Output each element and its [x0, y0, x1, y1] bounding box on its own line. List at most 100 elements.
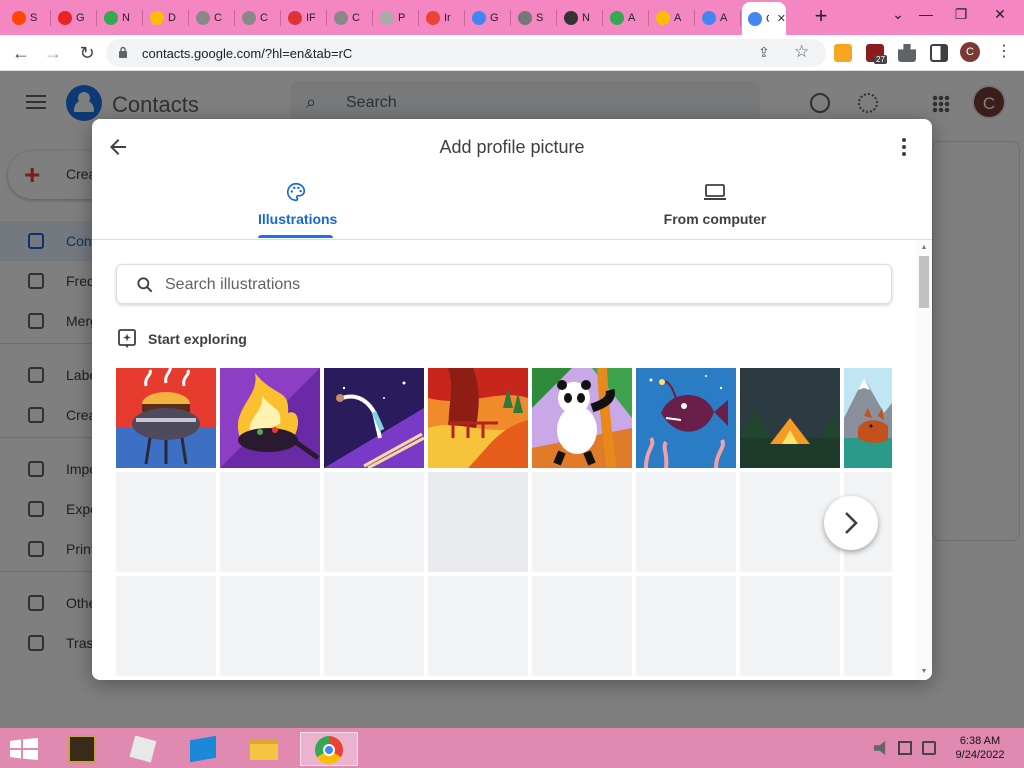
scroll-down-arrow-icon[interactable]: ▼ — [919, 668, 929, 676]
more-options-icon[interactable] — [896, 135, 912, 159]
browser-tab[interactable]: D — [144, 4, 188, 32]
illustration-campfire-tent[interactable] — [740, 368, 840, 468]
close-window-icon[interactable]: ✕ — [990, 6, 1010, 23]
tab-favicon-icon — [564, 11, 578, 25]
tab-separator — [740, 10, 741, 26]
bookmark-star-icon[interactable]: ☆ — [794, 42, 809, 62]
browser-tab[interactable]: S — [512, 4, 556, 32]
illustration-placeholder — [324, 576, 424, 676]
browser-tab[interactable]: N — [558, 4, 602, 32]
illustration-placeholder — [740, 576, 840, 676]
browser-tab[interactable]: C — [236, 4, 280, 32]
browser-tab-strip: + ⌄ — ❐ ✕ SGNDCCIFCPIrGSNAAAG✕ — [0, 0, 1024, 35]
browser-tab[interactable]: C — [190, 4, 234, 32]
tab-favicon-icon — [426, 11, 440, 25]
tab-separator — [280, 10, 281, 26]
taskbar-file-explorer[interactable] — [240, 732, 288, 766]
restore-icon[interactable]: ❐ — [951, 6, 971, 23]
search-illustrations-input[interactable]: Search illustrations — [116, 264, 892, 304]
tab-title: P — [398, 12, 406, 24]
taskbar-app-store[interactable] — [180, 732, 228, 766]
tab-title: N — [582, 12, 590, 24]
tab-separator — [234, 10, 235, 26]
laptop-icon — [704, 184, 726, 200]
taskbar-app-roblox[interactable] — [120, 732, 168, 766]
scroll-thumb[interactable] — [919, 256, 929, 308]
browser-tab[interactable]: P — [374, 4, 418, 32]
extension-badge: 27 — [874, 55, 887, 64]
illustration-autumn-path[interactable] — [428, 368, 528, 468]
back-icon[interactable]: ← — [10, 42, 32, 64]
network-icon[interactable] — [898, 741, 912, 755]
system-clock[interactable]: 6:38 AM 9/24/2022 — [950, 734, 1010, 762]
explore-sparkle-icon — [118, 329, 136, 348]
taskbar-chrome[interactable] — [300, 732, 358, 766]
new-tab-button[interactable]: + — [810, 5, 832, 28]
windows-start-icon[interactable] — [10, 738, 38, 760]
tab-from-computer[interactable]: From computer — [652, 181, 778, 239]
lock-icon — [119, 46, 127, 58]
tab-title: C — [214, 12, 222, 24]
illustration-panda[interactable] — [532, 368, 632, 468]
tab-favicon-icon — [196, 11, 210, 25]
notification-icon[interactable] — [922, 741, 936, 755]
dialog-scrollbar[interactable]: ▲ ▼ — [916, 240, 932, 680]
browser-tab[interactable]: G — [52, 4, 96, 32]
browser-profile-avatar[interactable]: C — [960, 42, 980, 62]
next-illustrations-button[interactable] — [824, 496, 878, 550]
palette-icon — [287, 182, 306, 202]
browser-tab[interactable]: Ir — [420, 4, 464, 32]
illustration-placeholder — [116, 576, 216, 676]
tab-illustrations-label: Illustrations — [258, 211, 338, 227]
browser-tab[interactable]: G — [466, 4, 510, 32]
extensions-puzzle-icon[interactable] — [898, 44, 916, 62]
tab-separator — [188, 10, 189, 26]
tab-title: G — [490, 12, 499, 24]
add-profile-picture-dialog: Add profile picture Illustrations From c… — [92, 119, 932, 680]
tab-illustrations[interactable]: Illustrations — [258, 181, 338, 239]
tab-favicon-icon — [242, 11, 256, 25]
browser-tab[interactable]: N — [98, 4, 142, 32]
tab-favicon-icon — [58, 11, 72, 25]
tab-search-icon[interactable]: ⌄ — [888, 6, 908, 23]
minimize-icon[interactable]: — — [916, 6, 936, 22]
illustration-fox-mountain[interactable] — [844, 368, 892, 468]
tab-separator — [372, 10, 373, 26]
side-panel-icon[interactable] — [930, 44, 948, 62]
tab-separator — [96, 10, 97, 26]
taskbar-app-1[interactable] — [60, 732, 108, 766]
rss-extension-icon[interactable] — [834, 44, 852, 62]
address-bar[interactable]: contacts.google.com/?hl=en&tab=rC ⇪ ☆ — [106, 39, 826, 67]
illustration-placeholder — [428, 472, 528, 572]
forward-icon[interactable]: → — [42, 42, 64, 64]
illustration-burger-grill[interactable] — [116, 368, 216, 468]
tab-separator — [418, 10, 419, 26]
browser-tab[interactable]: C — [328, 4, 372, 32]
browser-tab[interactable]: A — [650, 4, 694, 32]
tab-title: A — [628, 12, 636, 24]
tab-from-computer-label: From computer — [663, 211, 767, 227]
browser-toolbar: ← → ↻ contacts.google.com/?hl=en&tab=rC … — [0, 35, 1024, 71]
tab-title: S — [30, 12, 38, 24]
tab-favicon-icon — [702, 11, 716, 25]
browser-tab[interactable]: A — [604, 4, 648, 32]
scroll-up-arrow-icon[interactable]: ▲ — [919, 244, 929, 252]
illustration-gymnast[interactable] — [324, 368, 424, 468]
illustration-fire-wok[interactable] — [220, 368, 320, 468]
browser-tab[interactable]: A — [696, 4, 740, 32]
illustration-anglerfish[interactable] — [636, 368, 736, 468]
close-tab-icon[interactable]: ✕ — [777, 12, 786, 25]
share-icon[interactable]: ⇪ — [758, 44, 770, 61]
tab-title: G — [766, 13, 769, 25]
volume-muted-icon[interactable] — [874, 741, 886, 755]
tab-favicon-icon — [472, 11, 486, 25]
tab-separator — [694, 10, 695, 26]
browser-tab[interactable]: IF — [282, 4, 326, 32]
illustrations-panel: Search illustrations Start exploring ▲ ▼ — [92, 240, 932, 680]
reload-icon[interactable]: ↻ — [76, 42, 98, 64]
browser-tab[interactable]: S — [6, 4, 50, 32]
browser-tab[interactable]: G✕ — [742, 2, 786, 35]
tab-favicon-icon — [104, 11, 118, 25]
selected-tab-indicator — [258, 235, 333, 238]
browser-menu-icon[interactable]: ⋮ — [996, 41, 1012, 61]
